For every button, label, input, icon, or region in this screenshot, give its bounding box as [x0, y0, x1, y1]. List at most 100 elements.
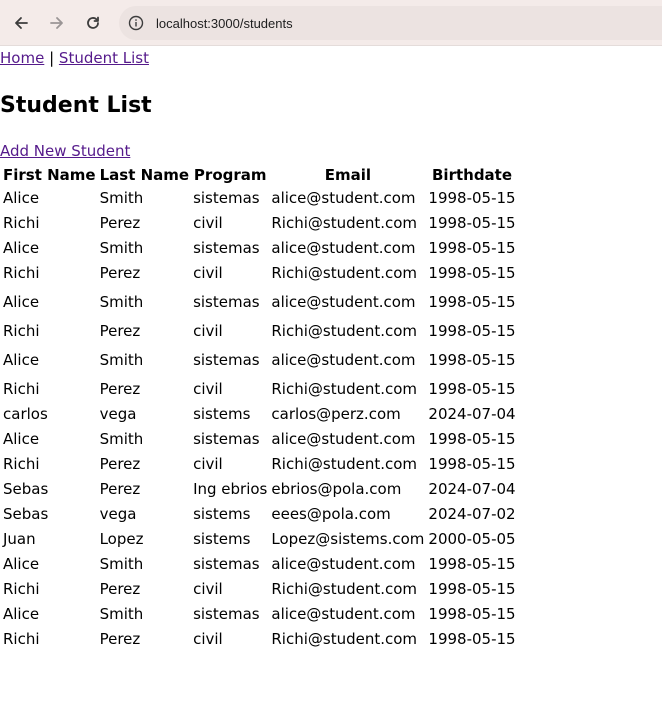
- cell-last-name: Lopez: [99, 530, 144, 548]
- cell-first-name: Alice: [3, 351, 40, 369]
- cell-program: civil: [193, 214, 223, 232]
- cell-program: sistemas: [193, 239, 260, 257]
- cell-birthdate: 1998-05-15: [428, 239, 516, 257]
- cell-program: sistems: [193, 405, 251, 423]
- cell-program: civil: [193, 455, 223, 473]
- cell-program: sistemas: [193, 293, 260, 311]
- header-program: Program: [193, 166, 267, 184]
- cell-first-name: Richi: [3, 380, 40, 398]
- cell-first-name: Richi: [3, 455, 40, 473]
- cell-birthdate: 1998-05-15: [428, 580, 516, 598]
- cell-first-name: Alice: [3, 430, 40, 448]
- cell-last-name: Perez: [99, 264, 141, 282]
- nav-separator: |: [49, 49, 55, 67]
- cell-birthdate: 1998-05-15: [428, 555, 516, 573]
- address-bar[interactable]: localhost:3000/students: [119, 6, 662, 40]
- cell-first-name: Richi: [3, 322, 40, 340]
- cell-first-name: Sebas: [3, 505, 49, 523]
- cell-email: alice@student.com: [271, 555, 416, 573]
- info-icon[interactable]: [127, 14, 145, 32]
- cell-program: sistemas: [193, 351, 260, 369]
- header-birthdate: Birthdate: [432, 166, 513, 184]
- cell-program: Ing ebrios: [193, 480, 268, 498]
- arrow-right-icon: [50, 16, 63, 29]
- cell-birthdate: 1998-05-15: [428, 380, 516, 398]
- table-row: Richi Perez civil Richi@student.com 1998-05-…: [2, 320, 517, 343]
- cell-birthdate: 2000-05-05: [428, 530, 516, 548]
- students-table-body: Alice Smith sistemas alice@student.com 1998-…: [2, 187, 517, 651]
- cell-email: alice@student.com: [271, 430, 416, 448]
- cell-email: Richi@student.com: [271, 380, 418, 398]
- student-list-link[interactable]: Student List: [59, 49, 149, 67]
- home-link[interactable]: Home: [0, 49, 44, 67]
- cell-program: sistemas: [193, 189, 260, 207]
- cell-email: Richi@student.com: [271, 322, 418, 340]
- cell-email: Richi@student.com: [271, 214, 418, 232]
- cell-last-name: Perez: [99, 480, 141, 498]
- cell-birthdate: 1998-05-15: [428, 630, 516, 648]
- cell-email: Lopez@sistems.com: [271, 530, 425, 548]
- cell-birthdate: 1998-05-15: [428, 293, 516, 311]
- cell-email: Richi@student.com: [271, 630, 418, 648]
- cell-first-name: Sebas: [3, 480, 49, 498]
- cell-birthdate: 1998-05-15: [428, 322, 516, 340]
- reload-button[interactable]: [75, 5, 111, 41]
- cell-birthdate: 1998-05-15: [428, 605, 516, 623]
- cell-program: sistemas: [193, 555, 260, 573]
- table-row: Richi Perez civil Richi@student.com 1998-05-…: [2, 212, 517, 235]
- cell-email: alice@student.com: [271, 239, 416, 257]
- cell-last-name: Perez: [99, 455, 141, 473]
- cell-email: Richi@student.com: [271, 455, 418, 473]
- table-row: carlos vega sistems carlos@perz.com 2024-07-…: [2, 403, 517, 426]
- cell-birthdate: 1998-05-15: [428, 214, 516, 232]
- cell-birthdate: 1998-05-15: [428, 264, 516, 282]
- cell-program: sistemas: [193, 430, 260, 448]
- cell-last-name: vega: [99, 405, 137, 423]
- cell-birthdate: 1998-05-15: [428, 351, 516, 369]
- cell-email: eees@pola.com: [271, 505, 391, 523]
- cell-first-name: Richi: [3, 264, 40, 282]
- cell-program: sistems: [193, 530, 251, 548]
- forward-button[interactable]: [39, 5, 75, 41]
- cell-first-name: Richi: [3, 580, 40, 598]
- cell-first-name: Alice: [3, 293, 40, 311]
- table-row: Richi Perez civil Richi@student.com 1998-05-…: [2, 453, 517, 476]
- cell-last-name: Perez: [99, 214, 141, 232]
- cell-email: ebrios@pola.com: [271, 480, 402, 498]
- table-row: Sebas vega sistems eees@pola.com 2024-07-02: [2, 503, 517, 526]
- cell-program: sistemas: [193, 605, 260, 623]
- cell-last-name: Perez: [99, 630, 141, 648]
- cell-program: civil: [193, 630, 223, 648]
- cell-first-name: Richi: [3, 630, 40, 648]
- cell-program: civil: [193, 580, 223, 598]
- header-last-name: Last Name: [99, 166, 190, 184]
- table-row: Alice Smith sistemas alice@student.com 1998-…: [2, 345, 517, 376]
- students-table: First Name Last Name Program Email Birth…: [0, 163, 519, 653]
- cell-birthdate: 1998-05-15: [428, 189, 516, 207]
- cell-first-name: Alice: [3, 605, 40, 623]
- cell-last-name: Perez: [99, 380, 141, 398]
- reload-icon: [87, 16, 99, 29]
- cell-program: civil: [193, 322, 223, 340]
- back-button[interactable]: [3, 5, 39, 41]
- url-text[interactable]: localhost:3000/students: [156, 16, 293, 31]
- table-row: Juan Lopez sistems Lopez@sistems.com 2000-05…: [2, 528, 517, 551]
- cell-last-name: Smith: [99, 555, 144, 573]
- table-row: Richi Perez civil Richi@student.com 1998-05-…: [2, 578, 517, 601]
- table-row: Alice Smith sistemas alice@student.com 1998-…: [2, 237, 517, 260]
- header-first-name: First Name: [3, 166, 96, 184]
- table-row: Richi Perez civil Richi@student.com 1998-05-…: [2, 378, 517, 401]
- cell-email: Richi@student.com: [271, 580, 418, 598]
- table-row: Alice Smith sistemas alice@student.com 1998-…: [2, 287, 517, 318]
- cell-program: civil: [193, 264, 223, 282]
- cell-birthdate: 1998-05-15: [428, 430, 516, 448]
- cell-first-name: Juan: [3, 530, 36, 548]
- table-row: Alice Smith sistemas alice@student.com 1998-…: [2, 428, 517, 451]
- cell-birthdate: 2024-07-04: [428, 480, 516, 498]
- cell-birthdate: 2024-07-04: [428, 405, 516, 423]
- cell-email: alice@student.com: [271, 293, 416, 311]
- cell-first-name: carlos: [3, 405, 48, 423]
- add-new-student-link[interactable]: Add New Student: [0, 142, 130, 160]
- cell-program: civil: [193, 380, 223, 398]
- cell-last-name: Perez: [99, 322, 141, 340]
